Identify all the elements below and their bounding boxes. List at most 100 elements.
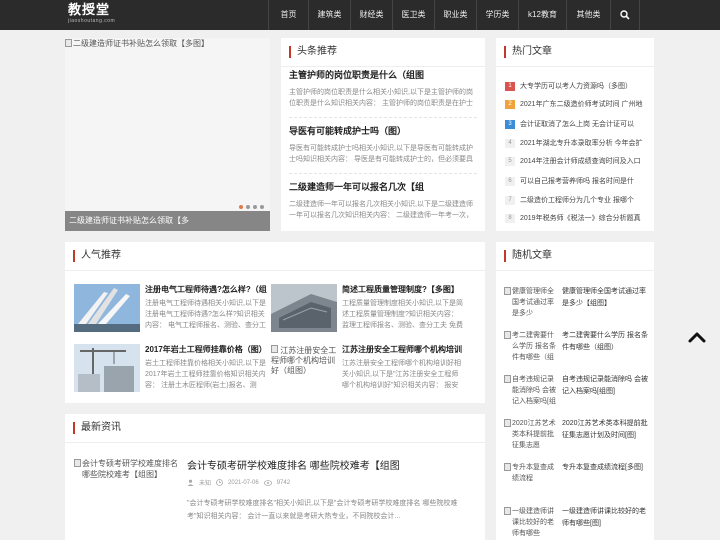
headline-item-title[interactable]: 主管护师的岗位职责是什么（组图 [289, 70, 477, 81]
random-article-thumb[interactable]: 一级建造师讲课比较好的老师有哪些 [504, 506, 558, 539]
random-article-item[interactable]: 2020江苏艺术类本科提前批征集志愿 2020江苏艺术类本科提前批征集志愿计划及… [504, 418, 649, 460]
hot-article-item[interactable]: 2 2021年广东二级造价师考试时间 广州地 [505, 99, 645, 109]
random-article-item[interactable]: 一级建造师讲课比较好的老师有哪些 一级建造师讲课比较好的老师有哪些[图] [504, 506, 649, 540]
random-article-thumb[interactable]: 专升本复查成绩流程 [504, 462, 558, 484]
random-article-item[interactable]: 专升本复查成绩流程 专升本复查成绩流程[多图] [504, 462, 649, 504]
broken-image-icon [65, 39, 72, 47]
headline-item[interactable]: 主管护师的岗位职责是什么（组图 主管护师的岗位职责是什么相关小知识,以下是主管护… [289, 70, 477, 109]
popular-thumb[interactable] [74, 344, 140, 392]
nav-item-vocational[interactable]: 职业类 [434, 0, 476, 30]
random-article-item[interactable]: 健康管理师全国考试通过率是多少 健康管理师全国考试通过率是多少【组图】 [504, 286, 649, 328]
popular-thumb[interactable]: 江苏注册安全工程师哪个机构培训好（组图） [271, 344, 337, 392]
popular-item[interactable]: 2017年岩土工程师挂靠价格（图） 岩土工程师挂靠价格相关小知识,以下是2017… [74, 344, 267, 394]
random-article-thumb[interactable]: 健康管理师全国考试通过率是多少 [504, 286, 558, 319]
hot-article-link[interactable]: 2021年广东二级造价师考试时间 广州地 [520, 99, 643, 109]
hot-article-item[interactable]: 3 会计证取消了怎么上岗 无会计证可以 [505, 119, 645, 129]
nav-item-construction[interactable]: 建筑类 [308, 0, 350, 30]
random-article-link[interactable]: 健康管理师全国考试通过率是多少【组图】 [562, 286, 648, 310]
building-photo-icon [74, 284, 140, 332]
broken-image-icon [504, 507, 511, 515]
random-articles-title: 随机文章 [504, 250, 552, 262]
slider-dot[interactable] [253, 205, 257, 209]
hot-article-link[interactable]: 二级造价工程师分为几个专业 报哪个 [520, 195, 634, 205]
latest-item-meta: 未知 2021-07-06 9742 [187, 478, 290, 487]
divider [496, 66, 654, 67]
random-article-thumb[interactable]: 2020江苏艺术类本科提前批征集志愿 [504, 418, 558, 451]
popular-item-title[interactable]: 2017年岩土工程师挂靠价格（图） [145, 344, 267, 355]
headline-item-title[interactable]: 导医有可能转成护士吗（图） [289, 126, 477, 137]
random-article-thumb-alt: 一级建造师讲课比较好的老师有哪些 [512, 508, 554, 537]
hot-article-link[interactable]: 2014年注册会计师成绩查询时间及入口 [520, 156, 641, 166]
random-article-link[interactable]: 一级建造师讲课比较好的老师有哪些[图] [562, 506, 648, 530]
hot-article-item[interactable]: 6 可以自己报考营养师吗 报名时间是什 [505, 176, 645, 186]
divider [281, 66, 485, 67]
headline-item[interactable]: 导医有可能转成护士吗（图） 导医有可能转成护士吗相关小知识,以下是导医有可能转成… [289, 126, 477, 165]
divider [289, 117, 477, 118]
building-photo-icon [271, 284, 337, 332]
nav-item-finance[interactable]: 财经类 [350, 0, 392, 30]
chevron-up-icon [688, 332, 706, 343]
random-article-thumb-alt: 考二建需要什么学历 报名条件有哪些（组 [512, 332, 556, 361]
hot-article-item[interactable]: 8 2019年税务师《税法一》综合分析题真 [505, 213, 645, 223]
crane-photo-icon [74, 344, 140, 392]
slider-dot[interactable] [260, 205, 264, 209]
popular-item[interactable]: 注册电气工程师待遇?怎么样?（组 注册电气工程师待遇相关小知识,以下是注册电气工… [74, 284, 267, 334]
search-icon [620, 10, 630, 20]
random-article-thumb[interactable]: 考二建需要什么学历 报名条件有哪些（组 [504, 330, 558, 363]
headline-item[interactable]: 二级建造师一年可以报名几次【组 二级建造师一年可以报名几次相关小知识,以下是二级… [289, 182, 477, 221]
divider [65, 270, 485, 271]
divider [496, 270, 654, 271]
hot-article-item[interactable]: 4 2021年湖北专升本录取率分析 今年会扩 [505, 138, 645, 148]
headline-item-title[interactable]: 二级建造师一年可以报名几次【组 [289, 182, 477, 193]
nav-item-medical[interactable]: 医卫类 [392, 0, 434, 30]
rank-badge: 5 [505, 156, 515, 166]
popular-item-title[interactable]: 注册电气工程师待遇?怎么样?（组 [145, 284, 267, 295]
back-to-top-button[interactable] [687, 330, 707, 344]
popular-item-desc: 工程质量管理制度相关小知识,以下是简述工程质量管理制度?知识相关内容： 监理工程… [342, 300, 463, 329]
rank-badge: 8 [505, 213, 515, 223]
latest-item-title[interactable]: 会计专硕考研学校难度排名 哪些院校难考【组图 [187, 457, 400, 472]
user-icon [187, 479, 194, 486]
popular-item-title[interactable]: 江苏注册安全工程师哪个机构培训 [342, 344, 464, 355]
nav-item-other[interactable]: 其他类 [566, 0, 610, 30]
headline-item-desc: 主管护师的岗位职责是什么相关小知识,以下是主管护师的岗位职责是什么知识相关内容：… [289, 89, 473, 107]
slider-dot[interactable] [239, 205, 243, 209]
random-article-item[interactable]: 自考违规记录能消除吗 会被记入档案吗[组 自考违规记录能消除吗 会被记入档案吗[… [504, 374, 649, 416]
popular-thumb[interactable] [271, 284, 337, 332]
hot-article-link[interactable]: 可以自己报考营养师吗 报名时间是什 [520, 176, 634, 186]
broken-image-icon [271, 345, 278, 353]
headline-item-desc: 导医有可能转成护士吗相关小知识,以下是导医有可能转成护士吗知识相关内容： 导医是… [289, 145, 473, 163]
hot-article-link[interactable]: 2019年税务师《税法一》综合分析题真 [520, 213, 641, 223]
popular-item-title[interactable]: 简述工程质量管理制度?【多图】 [342, 284, 464, 295]
latest-item-views: 9742 [276, 479, 291, 486]
hot-article-item[interactable]: 1 大专学历可以考人力资源吗（多图） [505, 81, 645, 91]
site-logo[interactable]: 教授堂 jiaoshoutang.com [68, 3, 128, 27]
random-article-link[interactable]: 专升本复查成绩流程[多图] [562, 462, 648, 474]
hot-article-link[interactable]: 大专学历可以考人力资源吗（多图） [520, 81, 632, 91]
search-button[interactable] [610, 0, 640, 30]
random-article-thumb[interactable]: 自考违规记录能消除吗 会被记入档案吗[组 [504, 374, 558, 407]
random-article-link[interactable]: 考二建需要什么学历 报名条件有哪些（组图） [562, 330, 648, 354]
popular-title: 人气推荐 [73, 250, 121, 262]
nav-item-k12[interactable]: k12教育 [518, 0, 566, 30]
random-article-link[interactable]: 自考违规记录能消除吗 会被记入档案吗[组图] [562, 374, 648, 398]
featured-slider[interactable]: 二级建造师证书补贴怎么领取【多图】 二级建造师证书补贴怎么领取【多 [65, 38, 270, 231]
slider-image[interactable]: 二级建造师证书补贴怎么领取【多图】 [65, 38, 209, 49]
hot-article-item[interactable]: 5 2014年注册会计师成绩查询时间及入口 [505, 156, 645, 166]
slider-dot[interactable] [246, 205, 250, 209]
main-nav: 首页 建筑类 财经类 医卫类 职业类 学历类 k12教育 其他类 [268, 0, 640, 30]
latest-item-thumb[interactable]: 会计专硕考研学校难度排名 哪些院校难考【组图】 [74, 458, 184, 480]
nav-item-degree[interactable]: 学历类 [476, 0, 518, 30]
slider-dots [239, 205, 264, 209]
hot-article-link[interactable]: 2021年湖北专升本录取率分析 今年会扩 [520, 138, 643, 148]
hot-article-item[interactable]: 7 二级造价工程师分为几个专业 报哪个 [505, 195, 645, 205]
random-article-thumb-alt: 专升本复查成绩流程 [512, 464, 554, 482]
popular-item[interactable]: 江苏注册安全工程师哪个机构培训好（组图） 江苏注册安全工程师哪个机构培训 江苏注… [271, 344, 464, 394]
hot-article-link[interactable]: 会计证取消了怎么上岗 无会计证可以 [520, 119, 634, 129]
popular-item[interactable]: 简述工程质量管理制度?【多图】 工程质量管理制度相关小知识,以下是简述工程质量管… [271, 284, 464, 334]
random-article-link[interactable]: 2020江苏艺术类本科提前批征集志愿计划及时间[图] [562, 418, 648, 442]
random-article-item[interactable]: 考二建需要什么学历 报名条件有哪些（组 考二建需要什么学历 报名条件有哪些（组图… [504, 330, 649, 372]
slider-caption[interactable]: 二级建造师证书补贴怎么领取【多 [65, 211, 270, 231]
nav-item-home[interactable]: 首页 [268, 0, 308, 30]
popular-thumb[interactable] [74, 284, 140, 332]
